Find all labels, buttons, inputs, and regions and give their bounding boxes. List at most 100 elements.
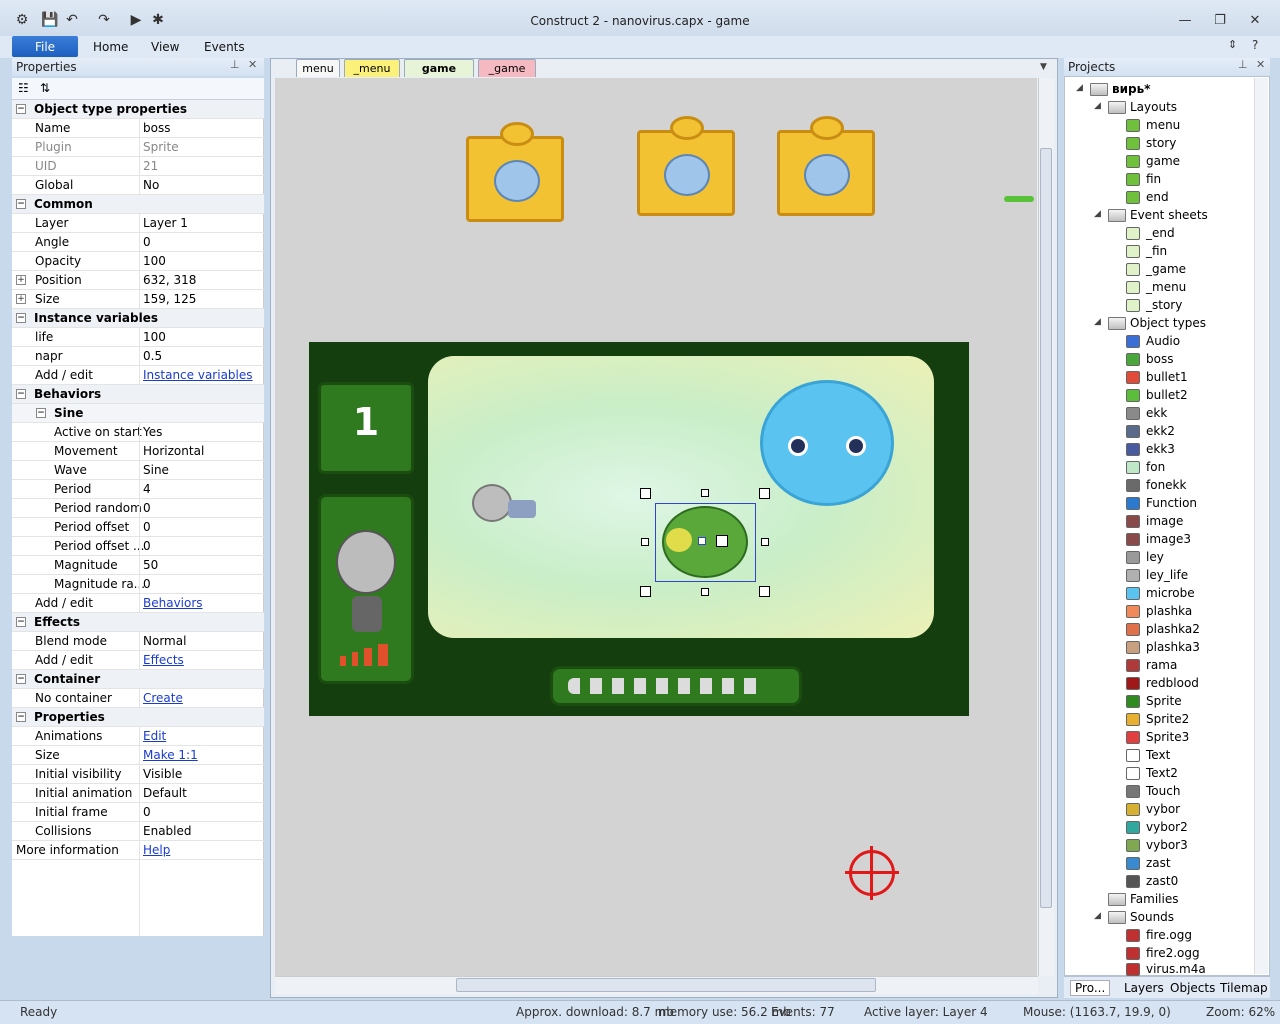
tree-item-eventsheet-fin[interactable]: _fin <box>1068 242 1254 260</box>
ribbon-collapse-icon[interactable]: ⇕ <box>1228 38 1237 51</box>
property-row-period-offset[interactable]: Period offset 0 <box>12 518 264 537</box>
minimize-icon[interactable]: — <box>1170 10 1200 30</box>
property-row-add-edit[interactable]: Add / edit Instance variables <box>12 366 264 385</box>
property-row-more-information[interactable]: More information Help <box>12 841 264 860</box>
tree-item-vybor[interactable]: vybor <box>1068 800 1254 818</box>
tree-item-plashka3[interactable]: plashka3 <box>1068 638 1254 656</box>
property-value[interactable]: 0 <box>143 539 151 553</box>
property-value[interactable]: 159, 125 <box>143 292 196 306</box>
property-value[interactable]: 50 <box>143 558 158 572</box>
origin-point[interactable] <box>698 537 706 545</box>
tree-folder-object-types[interactable]: ◢ Object types <box>1068 314 1254 332</box>
tree-item-sound-virus-m4a[interactable]: virus.m4a <box>1068 962 1254 976</box>
microbe-sprite[interactable] <box>760 380 894 506</box>
tree-root[interactable]: ◢ вирь* <box>1068 80 1254 98</box>
tree-item-zast0[interactable]: zast0 <box>1068 872 1254 890</box>
tree-item-layout-story[interactable]: story <box>1068 134 1254 152</box>
tree-item-layout-fin[interactable]: fin <box>1068 170 1254 188</box>
resize-handle-e[interactable] <box>761 538 769 546</box>
projects-scrollbar[interactable] <box>1254 78 1268 974</box>
property-value[interactable]: 0 <box>143 577 151 591</box>
pin-icon[interactable]: ⊥ <box>230 58 240 71</box>
property-row-magnitude[interactable]: Magnitude 50 <box>12 556 264 575</box>
property-value[interactable]: boss <box>143 121 170 135</box>
property-link[interactable]: Effects <box>143 653 184 667</box>
collapse-toggle-icon[interactable]: − <box>16 104 26 114</box>
property-value[interactable]: No <box>143 178 159 192</box>
image-point-handle[interactable] <box>716 535 728 547</box>
expand-toggle-icon[interactable]: + <box>16 275 26 285</box>
category-container[interactable]: − Container <box>12 670 264 689</box>
property-row-blend-mode[interactable]: Blend mode Normal <box>12 632 264 651</box>
property-row-plugin[interactable]: Plugin Sprite <box>12 138 264 157</box>
tree-expand-icon[interactable]: ◢ <box>1094 911 1101 921</box>
category-effects[interactable]: − Effects <box>12 613 264 632</box>
property-row-size[interactable]: + Size 159, 125 <box>12 290 264 309</box>
tree-item-eventsheet-game[interactable]: _game <box>1068 260 1254 278</box>
tree-item-sprite2[interactable]: Sprite2 <box>1068 710 1254 728</box>
tree-item-eventsheet-end[interactable]: _end <box>1068 224 1254 242</box>
tree-item-image[interactable]: image <box>1068 512 1254 530</box>
maximize-icon[interactable]: ❐ <box>1205 10 1235 30</box>
tab-view[interactable]: View <box>151 40 179 54</box>
tree-expand-icon[interactable]: ◢ <box>1094 317 1101 327</box>
property-row-name[interactable]: Name boss <box>12 119 264 138</box>
close-icon[interactable]: ✕ <box>1240 10 1270 30</box>
tree-item-text2[interactable]: Text2 <box>1068 764 1254 782</box>
tab-layers[interactable]: Layers <box>1124 981 1164 995</box>
property-row-collisions[interactable]: Collisions Enabled <box>12 822 264 841</box>
property-row-life[interactable]: life 100 <box>12 328 264 347</box>
property-row-position[interactable]: + Position 632, 318 <box>12 271 264 290</box>
property-row-magnitude-ra-[interactable]: Magnitude ra... 0 <box>12 575 264 594</box>
tree-item-sprite[interactable]: Sprite <box>1068 692 1254 710</box>
property-row-size[interactable]: Size Make 1:1 <box>12 746 264 765</box>
property-link[interactable]: Behaviors <box>143 596 203 610</box>
tree-item-boss[interactable]: boss <box>1068 350 1254 368</box>
property-value[interactable]: 100 <box>143 254 166 268</box>
property-row-no-container[interactable]: No container Create <box>12 689 264 708</box>
tree-item-bullet1[interactable]: bullet1 <box>1068 368 1254 386</box>
resize-handle-sw[interactable] <box>640 586 651 597</box>
tree-item-touch[interactable]: Touch <box>1068 782 1254 800</box>
property-row-opacity[interactable]: Opacity 100 <box>12 252 264 271</box>
category-common[interactable]: − Common <box>12 195 264 214</box>
category-object-type-properties[interactable]: − Object type properties <box>12 100 264 119</box>
tab-menu[interactable]: menu <box>296 59 340 77</box>
resize-handle-se[interactable] <box>759 586 770 597</box>
property-link[interactable]: Create <box>143 691 183 705</box>
property-row-initial-frame[interactable]: Initial frame 0 <box>12 803 264 822</box>
category-instance-variables[interactable]: − Instance variables <box>12 309 264 328</box>
tree-folder-sounds[interactable]: ◢ Sounds <box>1068 908 1254 926</box>
tree-item-fon[interactable]: fon <box>1068 458 1254 476</box>
alphabetical-sort-icon[interactable]: ⇅ <box>40 81 50 95</box>
collapse-toggle-icon[interactable]: − <box>16 199 26 209</box>
tree-item-sprite3[interactable]: Sprite3 <box>1068 728 1254 746</box>
tree-item-function[interactable]: Function <box>1068 494 1254 512</box>
tree-expand-icon[interactable]: ◢ <box>1094 101 1101 111</box>
category-properties[interactable]: − Properties <box>12 708 264 727</box>
collapse-toggle-icon[interactable]: − <box>16 617 26 627</box>
property-row-layer[interactable]: Layer Layer 1 <box>12 214 264 233</box>
tree-item-ekk[interactable]: ekk <box>1068 404 1254 422</box>
collapse-toggle-icon[interactable]: − <box>36 408 46 418</box>
property-row-wave[interactable]: Wave Sine <box>12 461 264 480</box>
tree-item-layout-game[interactable]: game <box>1068 152 1254 170</box>
resize-handle-nw[interactable] <box>640 488 651 499</box>
tree-item-zast[interactable]: zast <box>1068 854 1254 872</box>
tree-folder-layouts[interactable]: ◢ Layouts <box>1068 98 1254 116</box>
help-icon[interactable]: ? <box>1252 38 1258 52</box>
property-value[interactable]: Yes <box>143 425 162 439</box>
tab-objects[interactable]: Objects <box>1170 981 1215 995</box>
property-value[interactable]: 632, 318 <box>143 273 196 287</box>
tab-events[interactable]: Events <box>204 40 245 54</box>
tree-item-microbe[interactable]: microbe <box>1068 584 1254 602</box>
tree-item-ekk2[interactable]: ekk2 <box>1068 422 1254 440</box>
tree-item-rama[interactable]: rama <box>1068 656 1254 674</box>
tab-projects[interactable]: Pro... <box>1070 980 1111 996</box>
close-panel-icon[interactable]: ✕ <box>248 58 257 71</box>
tree-item-layout-menu[interactable]: menu <box>1068 116 1254 134</box>
resize-handle-w[interactable] <box>641 538 649 546</box>
property-value[interactable]: Default <box>143 786 187 800</box>
tree-item-vybor2[interactable]: vybor2 <box>1068 818 1254 836</box>
expand-toggle-icon[interactable]: + <box>16 294 26 304</box>
